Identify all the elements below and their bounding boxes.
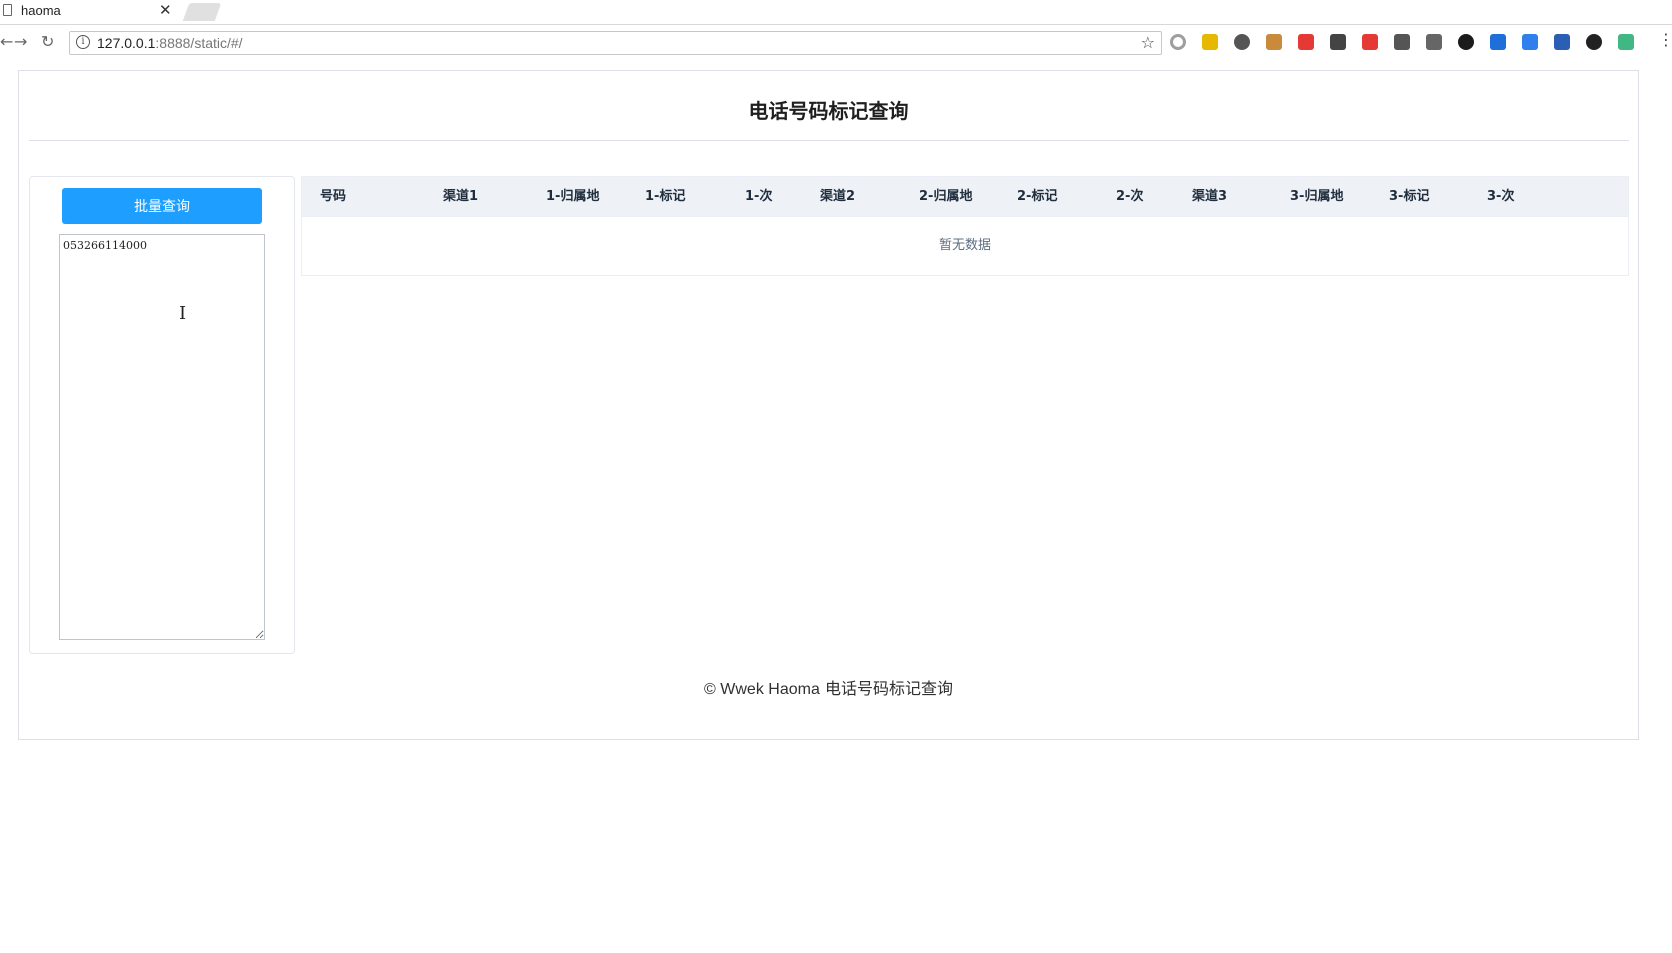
- table-header: 号码 渠道1 1-归属地 1-标记 1-次 渠道2 2-归属地 2-标记 2-次 渠道3 3-归属地…: [302, 177, 1628, 217]
- column-header: 3-标记: [1389, 189, 1430, 204]
- column-header: 3-次: [1487, 189, 1515, 204]
- forward-icon[interactable]: →: [14, 32, 27, 51]
- back-icon[interactable]: ←: [0, 32, 13, 51]
- browser-tab-strip: haoma ✕: [0, 0, 1672, 25]
- phone-numbers-input[interactable]: 053266114000: [59, 234, 265, 640]
- red-ext-icon[interactable]: [1362, 34, 1378, 50]
- page-title: 电话号码标记查询: [748, 99, 909, 123]
- column-header: 渠道1: [443, 189, 479, 204]
- app-container: 电话号码标记查询 批量查询 053266114000 号码 渠道1 1-归属地 1-标…: [18, 70, 1639, 740]
- column-header: 2-归属地: [919, 189, 973, 204]
- column-header: 2-标记: [1017, 189, 1058, 204]
- header-divider: [29, 140, 1629, 141]
- circle-ext-icon[interactable]: [1170, 34, 1186, 50]
- note-ext-icon[interactable]: [1202, 34, 1218, 50]
- cookie-ext-icon[interactable]: [1266, 34, 1282, 50]
- lambda-ext-icon[interactable]: [1554, 34, 1570, 50]
- column-header: 渠道2: [820, 189, 856, 204]
- column-header: 1-标记: [645, 189, 686, 204]
- address-bar[interactable]: i 127.0.0.1:8888/static/#/ ☆: [69, 31, 1162, 55]
- bookmark-star-icon[interactable]: ☆: [1141, 33, 1155, 52]
- reload-icon[interactable]: ↻: [41, 32, 54, 51]
- download-ext-icon[interactable]: [1426, 34, 1442, 50]
- batch-query-panel: 批量查询 053266114000: [29, 176, 295, 654]
- new-tab-button[interactable]: [182, 3, 222, 21]
- column-header: 2-次: [1116, 189, 1144, 204]
- power-ext-icon[interactable]: [1586, 34, 1602, 50]
- column-header: 1-归属地: [546, 189, 600, 204]
- vue-ext-icon[interactable]: [1618, 34, 1634, 50]
- fe-ext-icon[interactable]: [1298, 34, 1314, 50]
- page-icon: [3, 4, 12, 16]
- menu-kebab-icon[interactable]: ⋮: [1658, 30, 1672, 49]
- batch-query-button[interactable]: 批量查询: [62, 188, 262, 224]
- footer: © Wwek Haoma 电话号码标记查询: [19, 675, 1638, 699]
- feather-ext-icon[interactable]: [1394, 34, 1410, 50]
- tab-title: haoma: [21, 3, 61, 18]
- gear-ext-icon[interactable]: [1234, 34, 1250, 50]
- results-table: 号码 渠道1 1-归属地 1-标记 1-次 渠道2 2-归属地 2-标记 2-次 渠道3 3-归属地…: [301, 176, 1629, 276]
- info-icon[interactable]: i: [76, 35, 90, 49]
- xmind-ext-icon[interactable]: [1490, 34, 1506, 50]
- pen-ext-icon[interactable]: [1522, 34, 1538, 50]
- footer-copyright: © Wwek Haoma: [704, 681, 820, 698]
- column-header: 号码: [320, 189, 347, 204]
- link-ext-icon[interactable]: [1330, 34, 1346, 50]
- column-header: 1-次: [745, 189, 773, 204]
- close-tab-icon[interactable]: ✕: [159, 1, 172, 19]
- color-ring-ext-icon[interactable]: [1458, 34, 1474, 50]
- empty-state-text: 暂无数据: [938, 238, 991, 253]
- url-text[interactable]: 127.0.0.1:8888/static/#/: [97, 35, 243, 51]
- browser-toolbar: ← → ↻ i 127.0.0.1:8888/static/#/ ☆ ⋮: [0, 25, 1672, 62]
- browser-tab[interactable]: haoma ✕: [0, 0, 178, 24]
- column-header: 渠道3: [1192, 189, 1228, 204]
- column-header: 3-归属地: [1290, 189, 1344, 204]
- footer-app-name: 电话号码标记查询: [824, 679, 953, 698]
